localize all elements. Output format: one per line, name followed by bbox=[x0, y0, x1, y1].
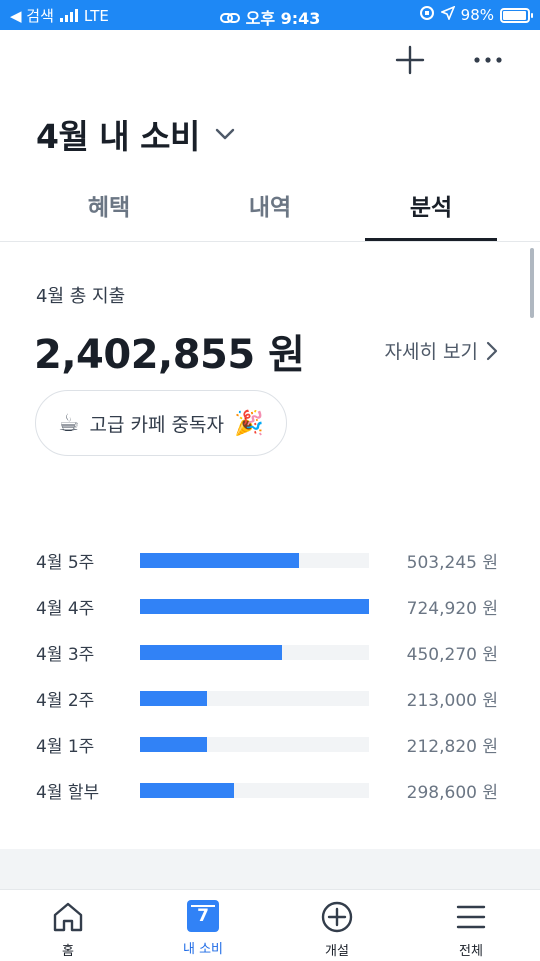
rotation-lock-icon bbox=[419, 5, 435, 25]
status-bar: ◀ 검색 LTE 오후 9:43 98% bbox=[0, 0, 540, 30]
calendar-icon: 7 bbox=[187, 900, 219, 932]
nav-my-spending[interactable]: 7 내 소비 bbox=[153, 900, 253, 957]
spending-persona-badge[interactable]: ☕ 고급 카페 중독자 🎉 bbox=[35, 390, 287, 456]
week-bar-fill bbox=[140, 691, 208, 706]
total-spending-label: 4월 총 지출 bbox=[36, 286, 126, 307]
week-row[interactable]: 4월 4주 724,920 원 bbox=[36, 590, 506, 636]
scrollbar[interactable] bbox=[530, 248, 534, 318]
week-amount: 724,920 원 bbox=[406, 599, 498, 619]
tab-bar: 혜택 내역 분석 bbox=[0, 178, 540, 242]
page-title: 4월 내 소비 bbox=[36, 117, 200, 156]
week-label: 4월 2주 bbox=[36, 691, 95, 711]
nav-open-account[interactable]: 개설 bbox=[287, 900, 387, 959]
coffee-icon: ☕ bbox=[58, 409, 80, 437]
week-row[interactable]: 4월 5주 503,245 원 bbox=[36, 544, 506, 590]
more-icon bbox=[474, 57, 502, 63]
battery-icon bbox=[500, 7, 533, 23]
week-row[interactable]: 4월 3주 450,270 원 bbox=[36, 636, 506, 682]
nav-open-account-label: 개설 bbox=[325, 944, 349, 959]
week-label: 4월 할부 bbox=[36, 783, 100, 803]
tab-history[interactable]: 내역 bbox=[204, 188, 336, 222]
location-icon bbox=[439, 5, 456, 24]
week-bar-track bbox=[140, 737, 369, 752]
more-button[interactable] bbox=[472, 44, 504, 76]
week-bar-fill bbox=[140, 737, 208, 752]
week-bar-track bbox=[140, 553, 369, 568]
week-row[interactable]: 4월 1주 212,820 원 bbox=[36, 728, 506, 774]
section-divider bbox=[0, 849, 540, 889]
week-bar-fill bbox=[140, 599, 369, 614]
plus-circle-icon bbox=[321, 901, 353, 933]
week-row[interactable]: 4월 2주 213,000 원 bbox=[36, 682, 506, 728]
weekly-spending-list: 4월 5주 503,245 원 4월 4주 724,920 원 4월 3주 45… bbox=[36, 544, 506, 820]
nav-my-spending-label: 내 소비 bbox=[182, 942, 223, 957]
bottom-nav: 홈 7 내 소비 개설 전체 bbox=[0, 889, 540, 961]
nav-all[interactable]: 전체 bbox=[421, 900, 521, 959]
link-icon bbox=[219, 10, 240, 29]
week-bar-fill bbox=[140, 645, 283, 660]
week-amount: 212,820 원 bbox=[406, 737, 498, 757]
week-bar-track bbox=[140, 783, 369, 798]
week-amount: 503,245 원 bbox=[406, 553, 498, 573]
tab-analysis[interactable]: 분석 bbox=[365, 188, 497, 222]
week-amount: 213,000 원 bbox=[406, 691, 498, 711]
nav-home-label: 홈 bbox=[62, 944, 74, 959]
tab-benefits[interactable]: 혜택 bbox=[43, 188, 175, 222]
week-label: 4월 1주 bbox=[36, 737, 95, 757]
week-row[interactable]: 4월 할부 298,600 원 bbox=[36, 774, 506, 820]
week-label: 4월 3주 bbox=[36, 645, 95, 665]
week-bar-track bbox=[140, 691, 369, 706]
chevron-down-icon bbox=[215, 128, 235, 140]
nav-all-label: 전체 bbox=[459, 944, 483, 959]
persona-label: 고급 카페 중독자 bbox=[89, 413, 224, 436]
plus-icon bbox=[395, 45, 425, 75]
week-bar-fill bbox=[140, 783, 235, 798]
week-label: 4월 5주 bbox=[36, 553, 95, 573]
view-details-label: 자세히 보기 bbox=[384, 341, 478, 363]
week-label: 4월 4주 bbox=[36, 599, 95, 619]
week-bar-fill bbox=[140, 553, 299, 568]
week-bar-track bbox=[140, 645, 369, 660]
total-spending-amount: 2,402,855 원 bbox=[34, 332, 305, 378]
battery-percent: 98% bbox=[460, 6, 494, 24]
home-icon bbox=[53, 902, 83, 932]
week-amount: 298,600 원 bbox=[406, 783, 498, 803]
status-time: 오후 9:43 bbox=[245, 9, 321, 28]
menu-icon bbox=[456, 905, 486, 929]
nav-home[interactable]: 홈 bbox=[18, 900, 118, 959]
chevron-right-icon bbox=[486, 341, 498, 360]
party-popper-icon: 🎉 bbox=[233, 409, 264, 437]
view-details-link[interactable]: 자세히 보기 bbox=[385, 337, 498, 364]
add-button[interactable] bbox=[394, 44, 426, 76]
active-tab-indicator bbox=[365, 238, 497, 241]
month-selector[interactable]: 4월 내 소비 bbox=[36, 110, 236, 158]
week-amount: 450,270 원 bbox=[406, 645, 498, 665]
week-bar-track bbox=[140, 599, 369, 614]
